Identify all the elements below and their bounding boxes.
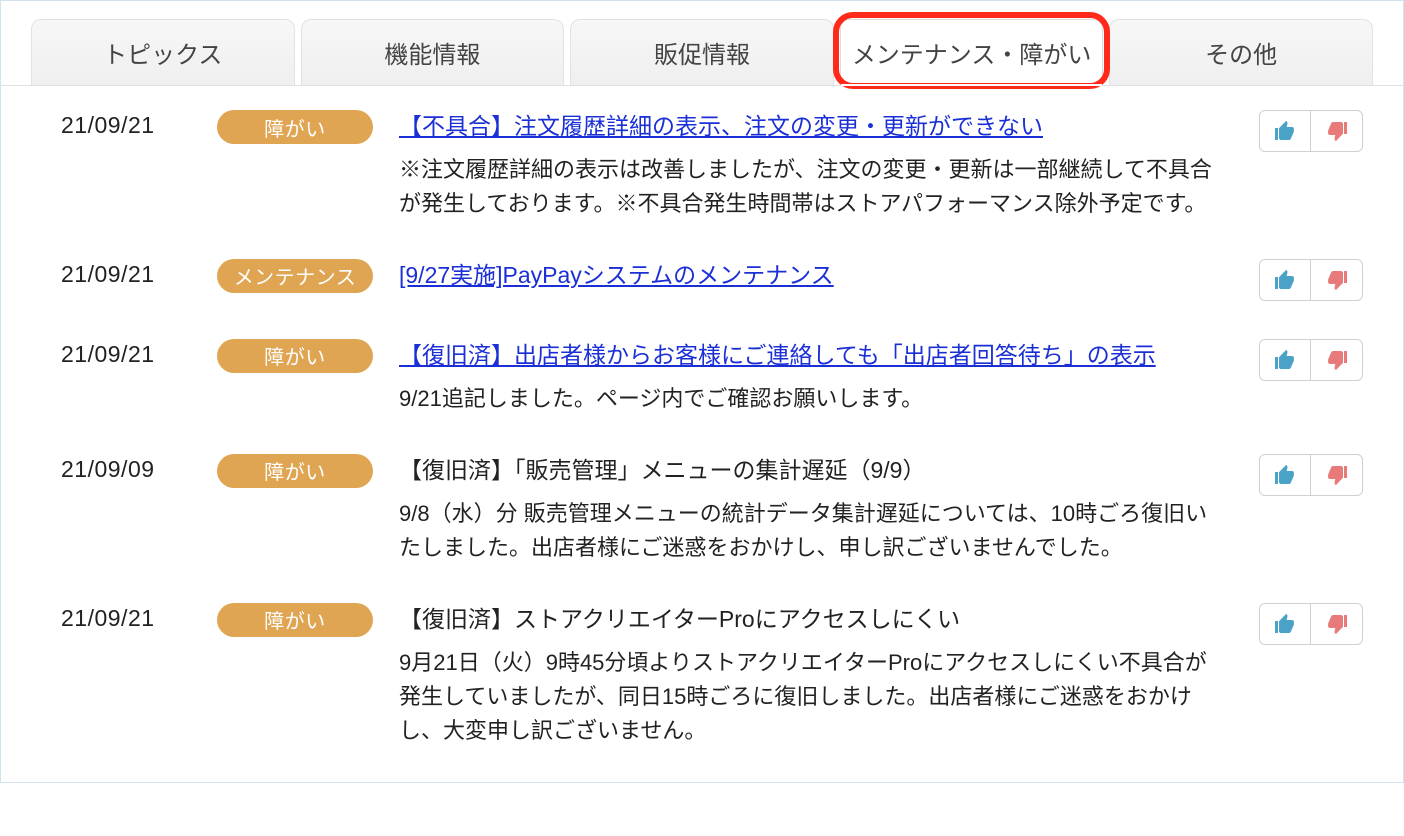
list-item: 21/09/21 障がい 【復旧済】出店者様からお客様にご連絡しても「出店者回答… <box>61 315 1363 430</box>
notice-panel: トピックス 機能情報 販促情報 メンテナンス・障がい その他 21/09/21 … <box>0 0 1404 783</box>
thumbs-up-button[interactable] <box>1259 454 1311 496</box>
tab-bar: トピックス 機能情報 販促情報 メンテナンス・障がい その他 <box>1 1 1403 86</box>
item-description: 9/8（水）分 販売管理メニューの統計データ集計遅延については、10時ごろ復旧い… <box>399 497 1223 565</box>
item-title-link[interactable]: 【復旧済】出店者様からお客様にご連絡しても「出店者回答待ち」の表示 <box>399 342 1156 368</box>
status-badge: 障がい <box>217 110 373 144</box>
vote-buttons <box>1259 603 1363 645</box>
list-item: 21/09/09 障がい 【復旧済】「販売管理」メニューの集計遅延（9/9） 9… <box>61 430 1363 579</box>
thumbs-down-button[interactable] <box>1311 110 1363 152</box>
item-title: 【復旧済】ストアクリエイターProにアクセスしにくい <box>399 606 960 632</box>
item-date: 21/09/21 <box>61 337 191 368</box>
thumbs-up-button[interactable] <box>1259 259 1311 301</box>
status-badge: 障がい <box>217 339 373 373</box>
status-badge: 障がい <box>217 603 373 637</box>
thumbs-down-icon <box>1325 463 1349 487</box>
item-date: 21/09/21 <box>61 601 191 632</box>
vote-buttons <box>1259 259 1363 301</box>
item-description: 9月21日（火）9時45分頃よりストアクリエイターProにアクセスしにくい不具合… <box>399 646 1223 748</box>
item-content: 【不具合】注文履歴詳細の表示、注文の変更・更新ができない ※注文履歴詳細の表示は… <box>399 108 1233 221</box>
list-item: 21/09/21 障がい 【復旧済】ストアクリエイターProにアクセスしにくい … <box>61 579 1363 762</box>
thumbs-up-button[interactable] <box>1259 110 1311 152</box>
tab-promotions[interactable]: 販促情報 <box>570 19 834 85</box>
thumbs-up-icon <box>1273 348 1297 372</box>
item-content: [9/27実施]PayPayシステムのメンテナンス <box>399 257 1233 294</box>
item-content: 【復旧済】「販売管理」メニューの集計遅延（9/9） 9/8（水）分 販売管理メニ… <box>399 452 1233 565</box>
vote-buttons <box>1259 454 1363 496</box>
thumbs-up-button[interactable] <box>1259 603 1311 645</box>
thumbs-up-icon <box>1273 463 1297 487</box>
item-content: 【復旧済】ストアクリエイターProにアクセスしにくい 9月21日（火）9時45分… <box>399 601 1233 748</box>
thumbs-down-icon <box>1325 268 1349 292</box>
thumbs-up-icon <box>1273 268 1297 292</box>
thumbs-down-icon <box>1325 348 1349 372</box>
list-item: 21/09/21 メンテナンス [9/27実施]PayPayシステムのメンテナン… <box>61 235 1363 315</box>
status-badge: メンテナンス <box>217 259 373 293</box>
item-date: 21/09/09 <box>61 452 191 483</box>
tab-other[interactable]: その他 <box>1109 19 1373 85</box>
item-date: 21/09/21 <box>61 257 191 288</box>
item-description: ※注文履歴詳細の表示は改善しましたが、注文の変更・更新は一部継続して不具合が発生… <box>399 153 1223 221</box>
tab-maintenance-issues[interactable]: メンテナンス・障がい <box>840 19 1104 85</box>
thumbs-up-button[interactable] <box>1259 339 1311 381</box>
item-description: 9/21追記しました。ページ内でご確認お願いします。 <box>399 382 1223 416</box>
thumbs-down-button[interactable] <box>1311 339 1363 381</box>
thumbs-down-button[interactable] <box>1311 454 1363 496</box>
thumbs-down-icon <box>1325 119 1349 143</box>
item-date: 21/09/21 <box>61 108 191 139</box>
thumbs-up-icon <box>1273 612 1297 636</box>
vote-buttons <box>1259 339 1363 381</box>
thumbs-down-button[interactable] <box>1311 259 1363 301</box>
item-title-link[interactable]: 【不具合】注文履歴詳細の表示、注文の変更・更新ができない <box>399 113 1043 139</box>
tab-features[interactable]: 機能情報 <box>301 19 565 85</box>
item-content: 【復旧済】出店者様からお客様にご連絡しても「出店者回答待ち」の表示 9/21追記… <box>399 337 1233 416</box>
tab-topics[interactable]: トピックス <box>31 19 295 85</box>
list-item: 21/09/21 障がい 【不具合】注文履歴詳細の表示、注文の変更・更新ができな… <box>61 86 1363 235</box>
notice-list: 21/09/21 障がい 【不具合】注文履歴詳細の表示、注文の変更・更新ができな… <box>1 86 1403 782</box>
thumbs-down-button[interactable] <box>1311 603 1363 645</box>
item-title-link[interactable]: [9/27実施]PayPayシステムのメンテナンス <box>399 262 834 288</box>
item-title: 【復旧済】「販売管理」メニューの集計遅延（9/9） <box>399 457 925 483</box>
thumbs-up-icon <box>1273 119 1297 143</box>
status-badge: 障がい <box>217 454 373 488</box>
thumbs-down-icon <box>1325 612 1349 636</box>
vote-buttons <box>1259 110 1363 152</box>
